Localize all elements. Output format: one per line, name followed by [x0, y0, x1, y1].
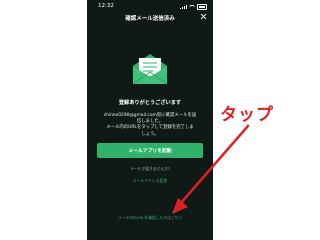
- wifi-icon: [189, 4, 195, 10]
- description-line: しょう。: [141, 131, 159, 137]
- open-mail-app-button[interactable]: メールアプリを起動: [97, 143, 203, 158]
- change-email-link[interactable]: メールアドレス変更: [87, 178, 213, 184]
- description: shinno0290@gmail.com宛に確認メールを送 信しました。 メール…: [97, 113, 203, 138]
- description-line: メール内のURLをタップして登録を完了しま: [106, 125, 194, 131]
- status-icons: [180, 4, 207, 10]
- phone-screen: 12:32 確認メール送信済み 登録ありがとうございます shinno0290@…: [87, 0, 213, 240]
- page-title: 確認メール送信済み: [125, 16, 175, 22]
- thanks-heading: 登録ありがとうございます: [118, 100, 182, 106]
- signal-icon: [180, 5, 187, 9]
- tap-annotation-label: タップ: [220, 105, 274, 125]
- confirmed-url-link[interactable]: メール内のURLを確認したのはこちら: [87, 215, 213, 221]
- mail-not-arrived-link[interactable]: メールが届きませんか?: [87, 166, 213, 172]
- close-icon[interactable]: [200, 13, 207, 20]
- battery-icon: [197, 4, 207, 10]
- status-bar: 12:32: [87, 3, 213, 12]
- envelope-icon: [132, 54, 168, 85]
- status-time: 12:32: [98, 3, 114, 9]
